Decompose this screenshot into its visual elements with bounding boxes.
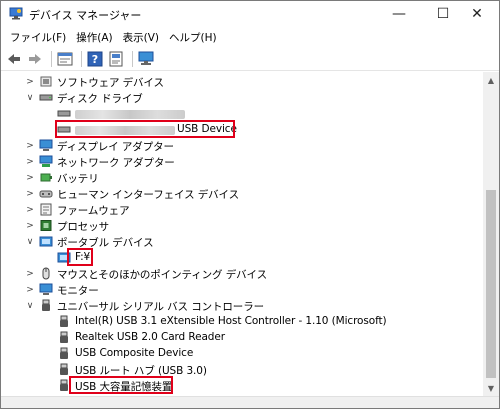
tree-item-label: モニター — [57, 285, 99, 297]
window-title: デバイス マネージャー — [29, 9, 142, 22]
help-icon: ? — [87, 51, 103, 66]
scroll-up-icon[interactable]: ▲ — [483, 72, 499, 88]
tree-item-label: マウスとそのほかのポインティング デバイス — [57, 269, 267, 281]
help-button[interactable]: ? — [86, 50, 104, 68]
highlight-usb-mass-storage — [69, 376, 173, 394]
driver-button[interactable] — [107, 50, 125, 68]
tree-item-processor[interactable]: > プロセッサ — [1, 218, 483, 234]
tree-item-label: ディスプレイ アダプター — [57, 141, 174, 153]
tree-item-label: バッテリ — [57, 173, 99, 185]
menu-help[interactable]: ヘルプ(H) — [164, 30, 222, 45]
scan-button[interactable] — [137, 50, 155, 68]
menu-bar: ファイル(F) 操作(A) 表示(V) ヘルプ(H) — [1, 27, 499, 47]
tree-item-mouse[interactable]: > マウスとそのほかのポインティング デバイス — [1, 266, 483, 282]
tree-item-label: USB Composite Device — [75, 347, 194, 359]
tree-item-software[interactable]: > ソフトウェア デバイス — [1, 74, 483, 90]
tree-item-label: プロセッサ — [57, 221, 109, 233]
title-bar: デバイス マネージャー — ☐ ✕ — [1, 1, 499, 27]
chevron-down-icon[interactable]: ∨ — [25, 301, 35, 311]
device-manager-icon — [9, 7, 23, 20]
hid-icon — [39, 190, 53, 198]
disk-drive-icon — [39, 94, 53, 101]
tree-item-disk-drives[interactable]: ∨ ディスク ドライブ — [1, 90, 483, 106]
tree-item-network-adapters[interactable]: > ネットワーク アダプター — [1, 154, 483, 170]
tree-item-usb-host-controller[interactable]: Intel(R) USB 3.1 eXtensible Host Control… — [1, 314, 483, 330]
back-button[interactable] — [5, 50, 23, 68]
chevron-right-icon[interactable]: > — [25, 269, 35, 279]
chevron-down-icon[interactable]: ∨ — [25, 93, 35, 103]
forward-button[interactable] — [26, 50, 44, 68]
menu-view[interactable]: 表示(V) — [118, 30, 164, 45]
usb-icon — [42, 299, 50, 311]
chevron-right-icon[interactable]: > — [25, 173, 35, 183]
tree-item-label: Intel(R) USB 3.1 eXtensible Host Control… — [75, 315, 387, 327]
chevron-right-icon[interactable]: > — [25, 189, 35, 199]
minimize-button[interactable]: — — [377, 1, 421, 27]
toolbar: ? — [1, 47, 499, 71]
tree-item-hid[interactable]: > ヒューマン インターフェイス デバイス — [1, 186, 483, 202]
battery-icon — [40, 173, 52, 182]
usb-icon — [60, 331, 68, 343]
monitor-icon — [39, 283, 53, 295]
firmware-icon — [40, 203, 52, 216]
chevron-right-icon[interactable]: > — [25, 141, 35, 151]
tree-item-usb-card-reader[interactable]: Realtek USB 2.0 Card Reader — [1, 330, 483, 346]
svg-text:?: ? — [92, 53, 98, 66]
processor-icon — [40, 220, 52, 231]
properties-icon — [57, 52, 73, 65]
driver-icon — [109, 51, 123, 66]
toolbar-separator — [81, 50, 82, 67]
scrollbar-thumb[interactable] — [486, 190, 496, 378]
chevron-right-icon[interactable]: > — [25, 285, 35, 295]
toolbar-separator — [132, 50, 133, 67]
back-icon — [8, 53, 20, 64]
blurred-device-name — [75, 110, 185, 119]
tree-item-label: ユニバーサル シリアル バス コントローラー — [57, 301, 264, 313]
highlight-usb-device — [55, 120, 235, 138]
tree-item-label: ディスク ドライブ — [57, 93, 143, 105]
portable-device-icon — [39, 236, 53, 247]
tree-item-usb-composite[interactable]: USB Composite Device — [1, 346, 483, 362]
highlight-portable-f — [67, 248, 93, 266]
menu-file[interactable]: ファイル(F) — [5, 30, 71, 45]
disk-drive-icon — [57, 110, 71, 117]
chevron-right-icon[interactable]: > — [25, 205, 35, 215]
software-device-icon — [40, 76, 52, 87]
tree-item-label: Realtek USB 2.0 Card Reader — [75, 331, 225, 343]
menu-action[interactable]: 操作(A) — [71, 30, 117, 45]
vertical-scrollbar[interactable]: ▲ ▼ — [483, 72, 499, 396]
usb-icon — [60, 315, 68, 327]
tree-item-label: ネットワーク アダプター — [57, 157, 175, 169]
toolbar-separator — [51, 50, 52, 67]
device-manager-window: デバイス マネージャー — ☐ ✕ ファイル(F) 操作(A) 表示(V) ヘル… — [0, 0, 500, 409]
scroll-down-icon[interactable]: ▼ — [483, 380, 499, 396]
forward-icon — [29, 53, 41, 64]
network-adapter-icon — [39, 155, 53, 167]
status-bar — [1, 396, 499, 408]
mouse-icon — [42, 267, 50, 280]
tree-item-firmware[interactable]: > ファームウェア — [1, 202, 483, 218]
tree-item-label: ファームウェア — [57, 205, 130, 217]
close-button[interactable]: ✕ — [455, 1, 499, 27]
display-adapter-icon — [39, 139, 53, 151]
device-tree[interactable]: > ソフトウェア デバイス ∨ ディスク ドライブ USB Device > デ… — [1, 72, 483, 396]
chevron-right-icon[interactable]: > — [25, 157, 35, 167]
usb-icon — [60, 363, 68, 375]
monitor-icon — [138, 51, 154, 65]
tree-item-usb-controllers[interactable]: ∨ ユニバーサル シリアル バス コントローラー — [1, 298, 483, 314]
usb-icon — [60, 347, 68, 359]
chevron-right-icon[interactable]: > — [25, 221, 35, 231]
properties-button[interactable] — [56, 50, 74, 68]
chevron-right-icon[interactable]: > — [25, 77, 35, 87]
tree-item-monitor[interactable]: > モニター — [1, 282, 483, 298]
tree-item-display-adapters[interactable]: > ディスプレイ アダプター — [1, 138, 483, 154]
tree-item-battery[interactable]: > バッテリ — [1, 170, 483, 186]
tree-item-label: ヒューマン インターフェイス デバイス — [57, 189, 240, 201]
tree-item-label: ソフトウェア デバイス — [57, 77, 164, 89]
chevron-down-icon[interactable]: ∨ — [25, 237, 35, 247]
